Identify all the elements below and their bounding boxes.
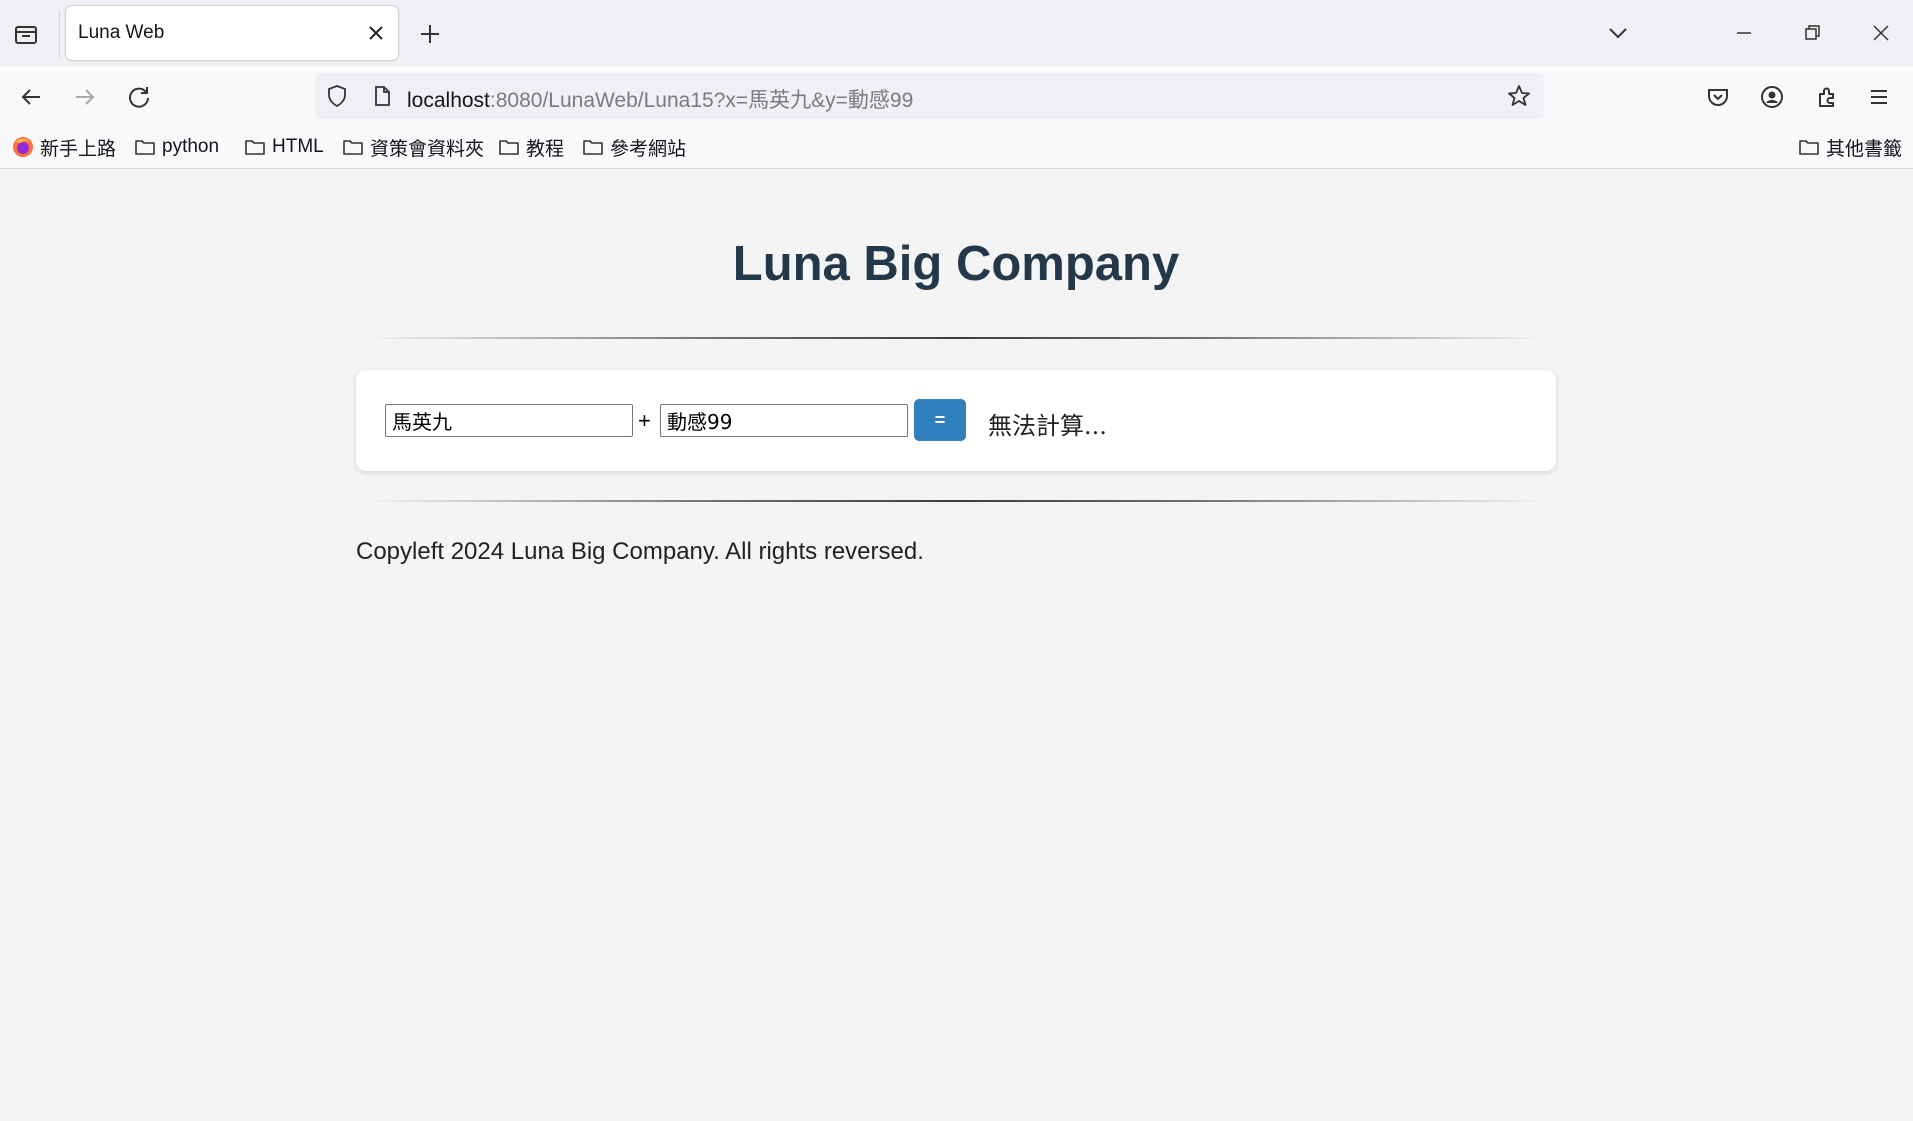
- folder-icon: [343, 140, 363, 155]
- bookmark-folder-python[interactable]: python: [134, 134, 219, 160]
- bookmark-folder-html[interactable]: HTML: [244, 134, 324, 160]
- folder-icon: [583, 140, 603, 155]
- pocket-icon[interactable]: [1701, 80, 1735, 114]
- page-content: Luna Big Company + = 無法計算... Copyleft 20…: [0, 170, 1913, 1121]
- minimize-icon[interactable]: [1727, 16, 1761, 50]
- url-text[interactable]: localhost:8080/LunaWeb/Luna15?x=馬英九&y=動感…: [407, 84, 913, 114]
- tab-separator: [59, 10, 60, 58]
- page-icon[interactable]: [370, 84, 394, 108]
- bookmarks-toolbar: 新手上路 python HTML 資策會資料夾 教程 參考網站 其他書籤: [0, 126, 1913, 169]
- address-bar[interactable]: localhost:8080/LunaWeb/Luna15?x=馬英九&y=動感…: [315, 73, 1544, 119]
- plus-sign: +: [638, 408, 651, 433]
- chevron-down-icon[interactable]: [1601, 16, 1635, 50]
- calculator-card: + = 無法計算...: [356, 370, 1556, 471]
- back-arrow-icon[interactable]: [14, 80, 48, 114]
- reload-icon[interactable]: [122, 80, 156, 114]
- url-host: localhost: [407, 89, 490, 112]
- bookmark-getting-started[interactable]: 新手上路: [12, 134, 116, 160]
- folder-icon: [135, 140, 155, 155]
- tab-title: Luna Web: [78, 22, 165, 43]
- navigation-toolbar: localhost:8080/LunaWeb/Luna15?x=馬英九&y=動感…: [0, 66, 1913, 126]
- equals-button[interactable]: =: [914, 399, 966, 441]
- shield-icon[interactable]: [325, 84, 349, 108]
- result-text: 無法計算...: [988, 412, 1107, 440]
- url-path: :8080/LunaWeb/Luna15?x=馬英九&y=動感99: [489, 89, 914, 112]
- window-close-icon[interactable]: [1864, 16, 1898, 50]
- firefox-icon: [13, 137, 33, 157]
- other-bookmarks[interactable]: 其他書籤: [1798, 134, 1902, 160]
- star-icon[interactable]: [1506, 83, 1532, 109]
- bookmark-label: 其他書籤: [1826, 138, 1903, 160]
- restore-icon[interactable]: [1795, 16, 1829, 50]
- bookmark-label: 資策會資料夾: [370, 138, 485, 160]
- page-title: Luna Big Company: [732, 237, 1180, 291]
- account-icon[interactable]: [1755, 80, 1789, 114]
- folder-icon: [1799, 140, 1819, 155]
- bookmark-label: HTML: [272, 136, 324, 157]
- folder-icon: [499, 140, 519, 155]
- divider: [366, 500, 1546, 502]
- x-input[interactable]: [385, 404, 633, 437]
- bookmark-label: 參考網站: [610, 138, 687, 160]
- tab-active[interactable]: Luna Web: [66, 6, 398, 60]
- bookmark-folder-references[interactable]: 參考網站: [582, 134, 686, 160]
- footer-copyright: Copyleft 2024 Luna Big Company. All righ…: [356, 538, 924, 565]
- extensions-icon[interactable]: [1810, 80, 1844, 114]
- folder-icon: [245, 140, 265, 155]
- bookmark-folder-iii[interactable]: 資策會資料夾: [342, 134, 484, 160]
- close-tab-icon[interactable]: [364, 21, 388, 45]
- bookmark-label: python: [162, 136, 220, 157]
- tab-overview-icon[interactable]: [10, 18, 42, 50]
- bookmark-label: 新手上路: [40, 138, 117, 160]
- bookmark-label: 教程: [526, 138, 565, 160]
- forward-arrow-icon[interactable]: [68, 80, 102, 114]
- tab-bar: Luna Web: [0, 0, 1913, 66]
- divider: [366, 337, 1546, 339]
- hamburger-menu-icon[interactable]: [1862, 80, 1896, 114]
- y-input[interactable]: [660, 404, 908, 437]
- bookmark-folder-tutorials[interactable]: 教程: [498, 134, 564, 160]
- new-tab-icon[interactable]: [414, 18, 446, 50]
